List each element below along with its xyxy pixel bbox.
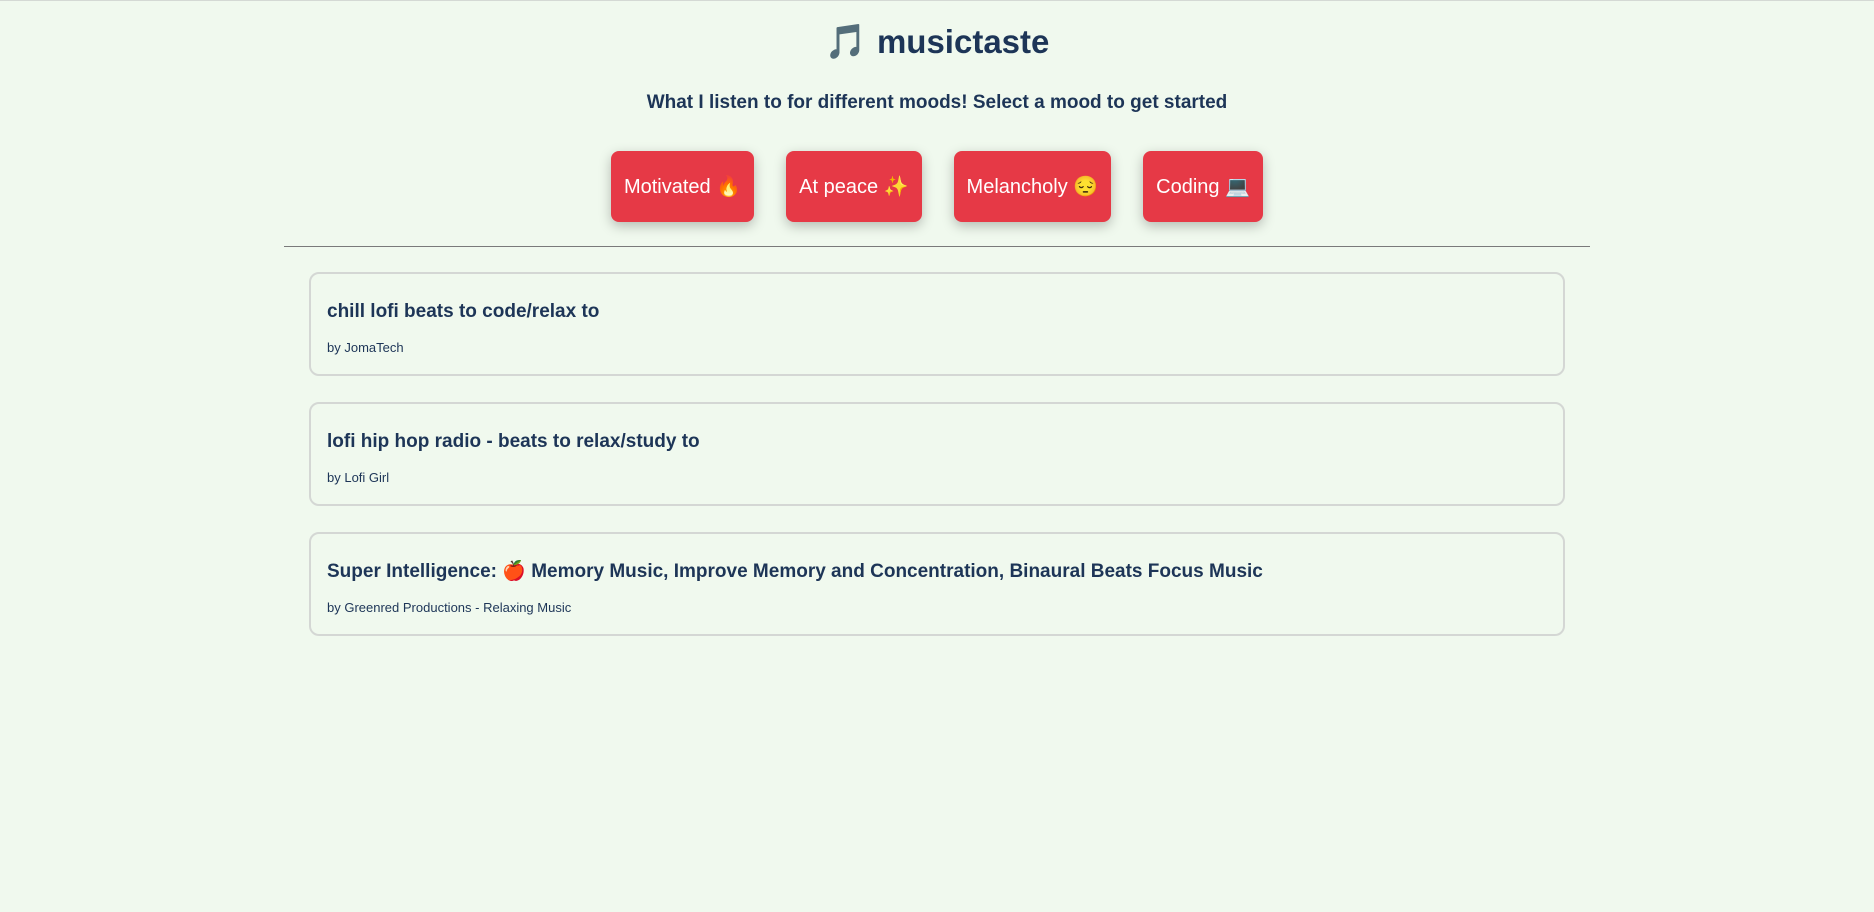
track-title: lofi hip hop radio - beats to relax/stud… bbox=[327, 431, 700, 452]
app-container: 🎵 musictaste What I listen to for differ… bbox=[284, 1, 1590, 636]
page-title: 🎵 musictaste bbox=[825, 21, 1050, 63]
music-note-icon: 🎵 bbox=[824, 23, 867, 61]
mood-button-melancholy[interactable]: Melancholy 😔 bbox=[953, 151, 1112, 222]
mood-selector: Motivated 🔥 At peace ✨ Melancholy 😔 Codi… bbox=[284, 115, 1590, 247]
track-card[interactable]: lofi hip hop radio - beats to relax/stud… bbox=[309, 402, 1565, 506]
track-card[interactable]: Super Intelligence: 🍎 Memory Music, Impr… bbox=[309, 532, 1565, 636]
mood-button-at-peace[interactable]: At peace ✨ bbox=[786, 151, 922, 222]
track-author: by Greenred Productions - Relaxing Music bbox=[327, 600, 572, 615]
track-author: by JomaTech bbox=[327, 340, 404, 355]
mood-button-motivated[interactable]: Motivated 🔥 bbox=[610, 151, 755, 222]
mood-button-coding[interactable]: Coding 💻 bbox=[1143, 151, 1264, 222]
track-author: by Lofi Girl bbox=[327, 470, 390, 485]
track-list: chill lofi beats to code/relax to by Jom… bbox=[309, 272, 1565, 636]
track-title: Super Intelligence: 🍎 Memory Music, Impr… bbox=[327, 561, 1263, 582]
track-card[interactable]: chill lofi beats to code/relax to by Jom… bbox=[309, 272, 1565, 376]
page-subtitle: What I listen to for different moods! Se… bbox=[646, 92, 1228, 113]
app-name: musictaste bbox=[876, 23, 1050, 60]
track-title: chill lofi beats to code/relax to bbox=[327, 301, 600, 322]
